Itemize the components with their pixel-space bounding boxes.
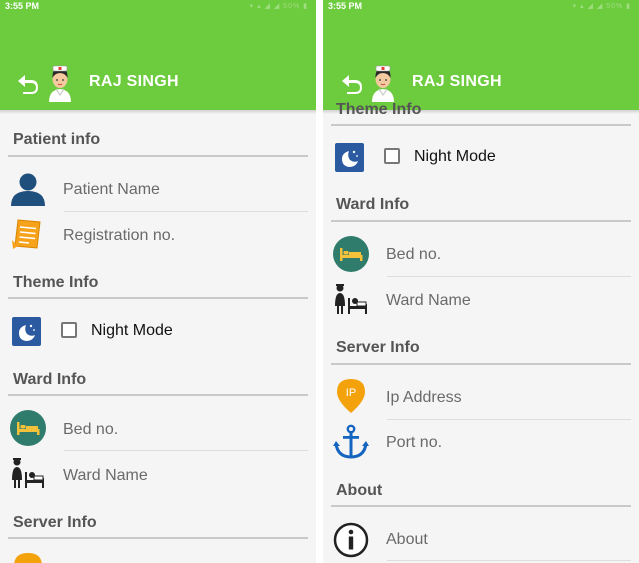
section-title-server-info: Server Info	[13, 514, 97, 531]
status-time: 3:55 PM	[5, 1, 40, 11]
section-title-ward-info: Ward Info	[336, 196, 410, 213]
night-mode-icon	[335, 143, 364, 172]
section-divider	[331, 505, 631, 507]
ward-icon	[335, 284, 367, 314]
night-mode-checkbox[interactable]	[384, 148, 400, 164]
registration-no-label: Registration no.	[63, 227, 176, 244]
person-icon	[11, 173, 45, 206]
item-divider	[64, 211, 308, 212]
nurse-avatar-icon	[372, 65, 394, 102]
port-no-label: Port no.	[386, 434, 443, 451]
document-icon	[12, 219, 41, 249]
back-arrow-icon[interactable]	[340, 72, 364, 94]
app-bar: 3:55 PM ▾ ▴ ◢ ◢ 50% ▮ RAJ SINGH	[323, 0, 639, 110]
section-title-about: About	[336, 482, 383, 499]
bed-icon	[10, 410, 46, 446]
ip-address-icon	[14, 553, 42, 563]
section-title-server-info: Server Info	[336, 339, 420, 356]
about-label: About	[386, 531, 428, 548]
section-divider	[8, 537, 308, 539]
status-icons: ▾ ▴ ◢ ◢ 50% ▮	[249, 3, 308, 10]
ip-icon-text: IP	[346, 387, 356, 399]
app-bar: 3:55 PM ▾ ▴ ◢ ◢ 50% ▮ RAJ SINGH	[0, 0, 316, 110]
user-name: RAJ SINGH	[89, 73, 179, 90]
scroll-clip	[323, 114, 639, 118]
ward-name-label: Ward Name	[386, 292, 471, 309]
bed-no-label: Bed no.	[63, 421, 119, 438]
night-mode-label: Night Mode	[414, 148, 496, 165]
info-icon	[333, 522, 369, 558]
item-divider	[387, 419, 631, 420]
item-divider	[387, 560, 631, 561]
settings-screen-right: 3:55 PM ▾ ▴ ◢ ◢ 50% ▮ RAJ SINGH Theme In…	[323, 0, 639, 563]
ward-name-label: Ward Name	[63, 467, 148, 484]
status-time: 3:55 PM	[328, 1, 363, 11]
ip-address-label: Ip Address	[386, 389, 462, 406]
bed-icon	[333, 236, 369, 272]
item-divider	[387, 276, 631, 277]
night-mode-checkbox[interactable]	[61, 322, 77, 338]
section-divider	[8, 394, 308, 396]
app-bar-shadow	[0, 110, 316, 114]
nurse-avatar-icon	[49, 65, 71, 102]
back-arrow-icon[interactable]	[16, 72, 40, 94]
anchor-icon	[333, 424, 369, 459]
item-divider	[64, 450, 308, 451]
section-divider	[331, 124, 631, 126]
bed-no-label: Bed no.	[386, 246, 442, 263]
section-divider	[8, 297, 308, 299]
settings-screen-left: 3:55 PM ▾ ▴ ◢ ◢ 50% ▮ RAJ SINGH Patient …	[0, 0, 316, 563]
panel-divider	[316, 0, 323, 563]
status-icons: ▾ ▴ ◢ ◢ 50% ▮	[572, 3, 631, 10]
section-divider	[331, 363, 631, 365]
ip-address-icon: IP	[337, 379, 365, 413]
patient-name-label: Patient Name	[63, 181, 160, 198]
section-divider	[8, 155, 308, 157]
night-mode-icon	[12, 317, 41, 346]
ward-icon	[12, 458, 44, 488]
user-name: RAJ SINGH	[412, 73, 502, 90]
section-divider	[331, 220, 631, 222]
section-title-ward-info: Ward Info	[13, 371, 87, 388]
night-mode-label: Night Mode	[91, 322, 173, 339]
section-title-patient-info: Patient info	[13, 131, 101, 148]
section-title-theme-info: Theme Info	[13, 274, 99, 291]
